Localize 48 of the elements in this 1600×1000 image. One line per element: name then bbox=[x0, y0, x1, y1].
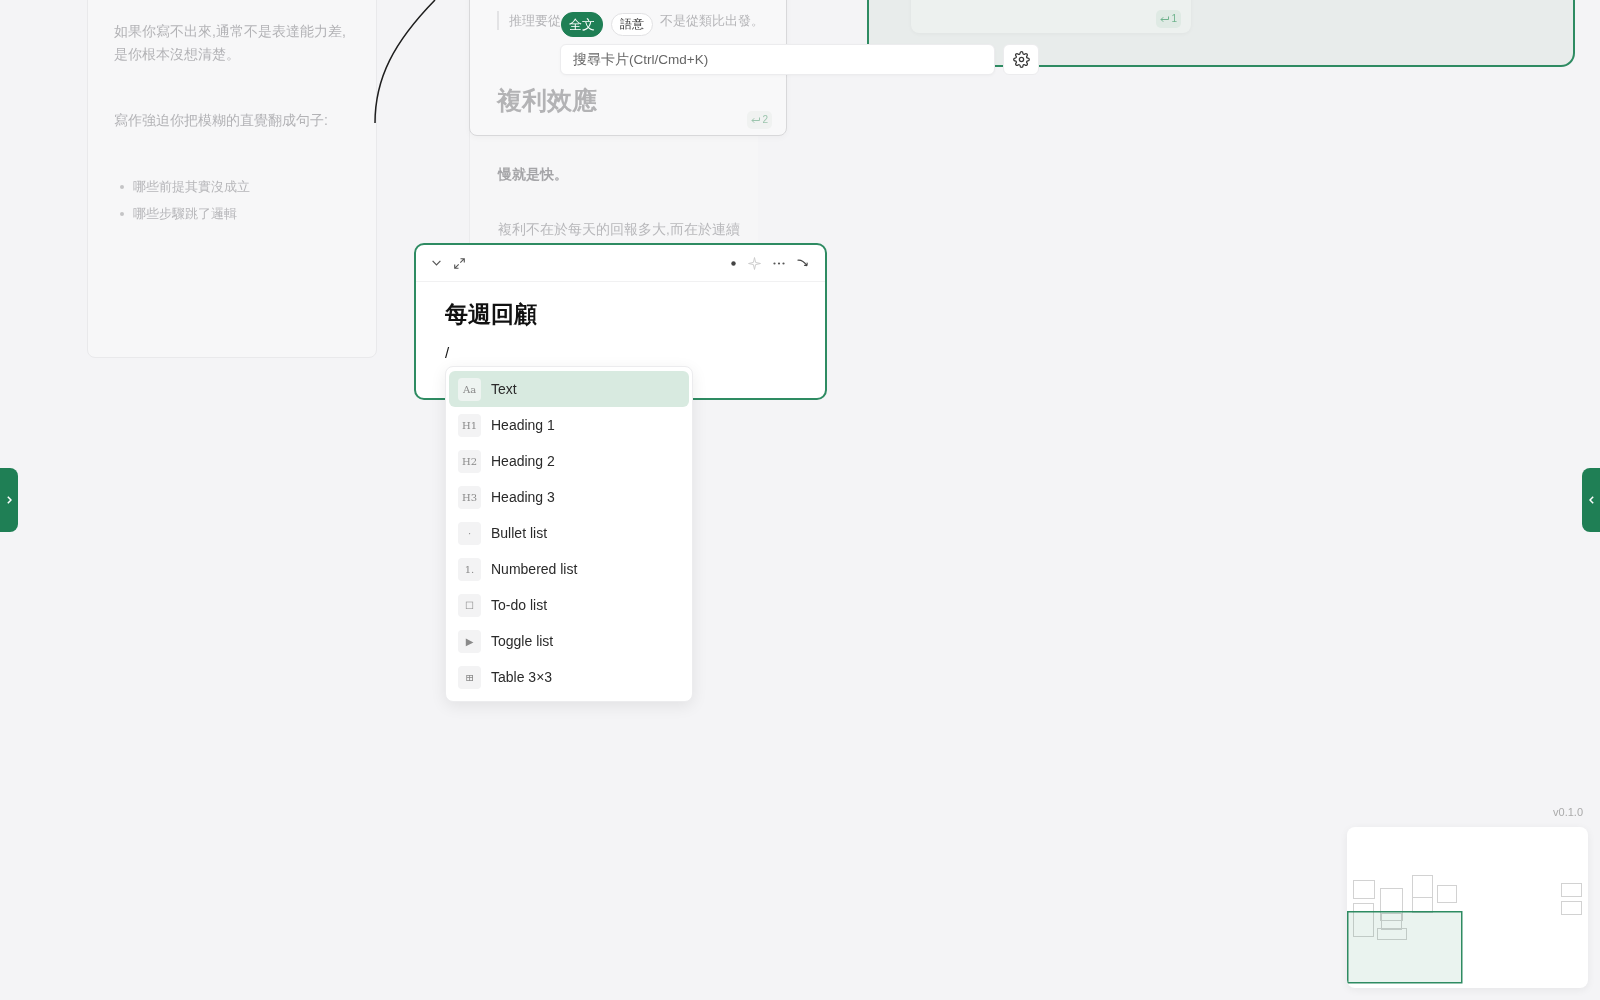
note-paragraph: 如果你寫不出來,通常不是表達能力差, 是你根本沒想清楚。 bbox=[114, 22, 347, 64]
block-type-glyph: ▶ bbox=[458, 629, 481, 653]
more-icon[interactable] bbox=[773, 261, 785, 265]
quote-text: 推理要從 bbox=[509, 11, 561, 30]
return-arrow-icon bbox=[751, 116, 761, 124]
block-type-glyph: Aa bbox=[458, 377, 481, 401]
block-type-glyph: 1. bbox=[458, 557, 481, 581]
editor-input[interactable]: / bbox=[445, 343, 745, 363]
chevron-down-icon[interactable] bbox=[432, 260, 441, 266]
search-field[interactable]: 搜尋卡片(Ctrl/Cmd+K) bbox=[560, 44, 995, 75]
settings-button[interactable] bbox=[1003, 44, 1039, 75]
settings-icon bbox=[1012, 51, 1030, 68]
bullet-text: 哪些步驟跳了邏輯 bbox=[133, 205, 237, 223]
bullet-icon bbox=[120, 211, 124, 216]
sidebar-toggle-button[interactable] bbox=[0, 468, 18, 532]
slash-menu-item[interactable]: Aa Text bbox=[449, 371, 689, 407]
expand-icon[interactable] bbox=[454, 257, 465, 269]
backlink-count: 1 bbox=[1171, 12, 1177, 26]
chevron-right-icon bbox=[6, 496, 12, 504]
bullet-icon bbox=[120, 184, 124, 189]
quote-text: 不是從類比出發。 bbox=[660, 11, 764, 30]
slash-menu-item[interactable]: ☐ To-do list bbox=[449, 587, 689, 623]
block-type-glyph: · bbox=[458, 521, 481, 545]
note-title[interactable]: 每週回顧 bbox=[445, 299, 745, 329]
sidebar-toggle-button[interactable] bbox=[1582, 468, 1600, 532]
block-type-glyph: H2 bbox=[458, 449, 481, 473]
slash-menu-item[interactable]: 1. Numbered list bbox=[449, 551, 689, 587]
slash-menu-item[interactable]: · Bullet list bbox=[449, 515, 689, 551]
slash-menu-item[interactable]: H1 Heading 1 bbox=[449, 407, 689, 443]
curved-arrow-icon[interactable] bbox=[797, 259, 808, 267]
note-paragraph: 慢就是快。 bbox=[496, 166, 569, 184]
bullet-text: 哪些前提其實沒成立 bbox=[133, 178, 250, 196]
chevron-left-icon bbox=[1588, 496, 1594, 504]
version-label: v0.1.0 bbox=[1553, 806, 1583, 818]
slash-menu-item[interactable]: H2 Heading 2 bbox=[449, 443, 689, 479]
block-type-glyph: ⊞ bbox=[458, 665, 481, 689]
dot-icon[interactable] bbox=[731, 260, 736, 266]
backlink-count: 2 bbox=[762, 113, 768, 127]
block-type-glyph: ☐ bbox=[458, 593, 481, 617]
block-type-glyph: H3 bbox=[458, 485, 481, 509]
minimap-viewport[interactable] bbox=[1347, 911, 1463, 984]
return-arrow-icon bbox=[1160, 15, 1170, 23]
block-type-glyph: H1 bbox=[458, 413, 481, 437]
slash-menu-item[interactable]: ▶ Toggle list bbox=[449, 623, 689, 659]
note-paragraph: 寫作強迫你把模糊的直覺翻成句子: bbox=[114, 111, 329, 130]
slash-menu-item[interactable]: ⊞ Table 3×3 bbox=[449, 659, 689, 695]
slash-menu-item[interactable]: H3 Heading 3 bbox=[449, 479, 689, 515]
embedded-note-title: 複利效應 bbox=[497, 85, 598, 115]
